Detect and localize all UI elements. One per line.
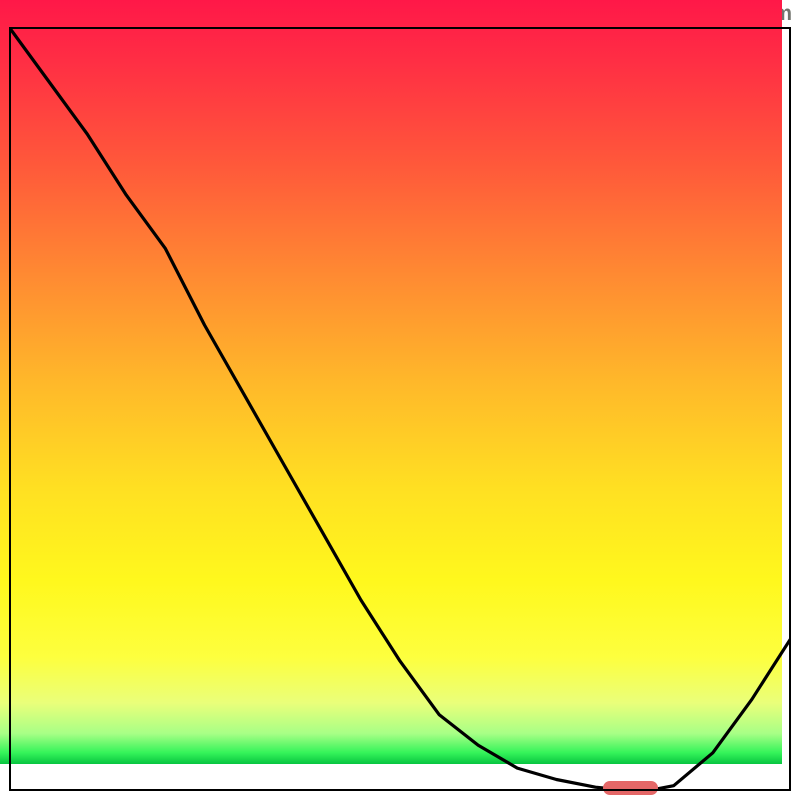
chart-background-gradient bbox=[0, 0, 782, 764]
optimal-marker bbox=[603, 781, 658, 795]
